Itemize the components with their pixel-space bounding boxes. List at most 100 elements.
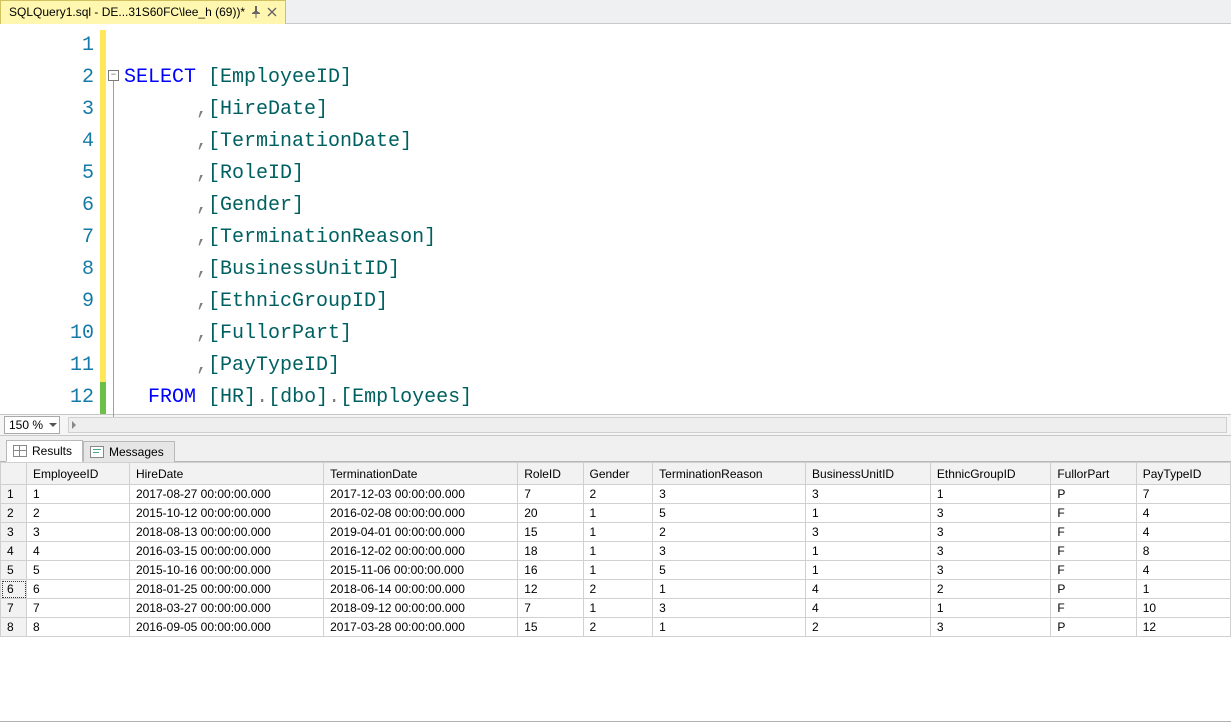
- data-cell[interactable]: 1: [1136, 580, 1230, 599]
- data-cell[interactable]: 1: [583, 542, 653, 561]
- data-cell[interactable]: 3: [930, 504, 1050, 523]
- data-cell[interactable]: 2019-04-01 00:00:00.000: [324, 523, 518, 542]
- data-cell[interactable]: 1: [653, 580, 806, 599]
- code-area[interactable]: SELECT [EmployeeID] ,[HireDate] ,[Termin…: [124, 30, 1231, 414]
- code-line[interactable]: ,[Gender]: [124, 190, 1231, 222]
- column-header[interactable]: Gender: [583, 463, 653, 485]
- table-row[interactable]: 7 7 2018-03-27 00:00:00.0002018-09-12 00:0…: [1, 599, 1231, 618]
- row-number-cell[interactable]: 6: [1, 580, 27, 599]
- data-cell[interactable]: 12: [518, 580, 583, 599]
- document-tab[interactable]: SQLQuery1.sql - DE...31S60FC\lee_h (69))…: [0, 0, 286, 24]
- data-cell[interactable]: 1: [930, 599, 1050, 618]
- pin-icon[interactable]: [251, 5, 261, 19]
- data-cell[interactable]: 8: [1136, 542, 1230, 561]
- tab-messages[interactable]: Messages: [83, 441, 175, 462]
- table-row[interactable]: 662018-01-25 00:00:00.0002018-06-14 00:0…: [1, 580, 1231, 599]
- code-line[interactable]: ,[EthnicGroupID]: [124, 286, 1231, 318]
- data-cell[interactable]: 4: [1136, 561, 1230, 580]
- column-header[interactable]: RoleID: [518, 463, 583, 485]
- data-cell[interactable]: 6: [27, 580, 130, 599]
- data-cell[interactable]: 2: [583, 580, 653, 599]
- table-row[interactable]: 442016-03-15 00:00:00.0002016-12-02 00:0…: [1, 542, 1231, 561]
- data-cell[interactable]: 7: [518, 599, 583, 618]
- data-cell[interactable]: 2018-01-25 00:00:00.000: [129, 580, 323, 599]
- data-cell[interactable]: 3: [653, 542, 806, 561]
- data-cell[interactable]: 2018-06-14 00:00:00.000: [324, 580, 518, 599]
- data-cell[interactable]: 2: [653, 523, 806, 542]
- data-cell[interactable]: 1: [806, 561, 931, 580]
- data-cell[interactable]: 1: [583, 504, 653, 523]
- tab-results[interactable]: Results: [6, 440, 83, 462]
- data-cell[interactable]: 2: [930, 580, 1050, 599]
- data-cell[interactable]: 2015-11-06 00:00:00.000: [324, 561, 518, 580]
- data-cell[interactable]: 4: [27, 542, 130, 561]
- row-number-cell[interactable]: 5: [1, 561, 27, 580]
- data-cell[interactable]: 2016-02-08 00:00:00.000: [324, 504, 518, 523]
- data-cell[interactable]: 10: [1136, 599, 1230, 618]
- data-cell[interactable]: 2016-03-15 00:00:00.000: [129, 542, 323, 561]
- data-cell[interactable]: 2015-10-16 00:00:00.000: [129, 561, 323, 580]
- data-cell[interactable]: 2017-08-27 00:00:00.000: [129, 485, 323, 504]
- scroll-left-arrow-icon[interactable]: [72, 421, 76, 429]
- column-header[interactable]: PayTypeID: [1136, 463, 1230, 485]
- table-row[interactable]: 1 1 2017-08-27 00:00:00.0002017-12-03 00:0…: [1, 485, 1231, 504]
- data-cell[interactable]: 12: [1136, 618, 1230, 637]
- code-line[interactable]: ,[RoleID]: [124, 158, 1231, 190]
- data-cell[interactable]: 5: [653, 561, 806, 580]
- column-header[interactable]: EthnicGroupID: [930, 463, 1050, 485]
- data-cell[interactable]: 3: [930, 523, 1050, 542]
- data-cell[interactable]: 1: [653, 618, 806, 637]
- data-cell[interactable]: 4: [806, 599, 931, 618]
- column-header[interactable]: EmployeeID: [27, 463, 130, 485]
- code-line[interactable]: ,[TerminationDate]: [124, 126, 1231, 158]
- data-cell[interactable]: 4: [806, 580, 931, 599]
- close-icon[interactable]: [267, 5, 277, 19]
- data-cell[interactable]: 1: [583, 523, 653, 542]
- data-cell[interactable]: 3: [806, 485, 931, 504]
- data-cell[interactable]: 15: [518, 618, 583, 637]
- data-cell[interactable]: 5: [653, 504, 806, 523]
- data-cell[interactable]: 20: [518, 504, 583, 523]
- row-number-cell[interactable]: 1: [1, 485, 27, 504]
- code-line[interactable]: FROM [HR].[dbo].[Employees]: [124, 382, 1231, 414]
- data-cell[interactable]: 2018-08-13 00:00:00.000: [129, 523, 323, 542]
- data-cell[interactable]: 2017-03-28 00:00:00.000: [324, 618, 518, 637]
- data-cell[interactable]: 3: [653, 485, 806, 504]
- fold-toggle-icon[interactable]: −: [108, 70, 119, 81]
- table-row[interactable]: 332018-08-13 00:00:00.0002019-04-01 00:0…: [1, 523, 1231, 542]
- data-cell[interactable]: 3: [27, 523, 130, 542]
- data-cell[interactable]: 2015-10-12 00:00:00.000: [129, 504, 323, 523]
- sql-editor[interactable]: 123456789101112 − SELECT [EmployeeID] ,[…: [0, 24, 1231, 414]
- row-number-cell[interactable]: 2: [1, 504, 27, 523]
- data-cell[interactable]: F: [1051, 523, 1136, 542]
- data-cell[interactable]: 2018-09-12 00:00:00.000: [324, 599, 518, 618]
- data-cell[interactable]: 3: [930, 618, 1050, 637]
- results-grid[interactable]: EmployeeIDHireDateTerminationDateRoleIDG…: [0, 462, 1231, 637]
- column-header[interactable]: TerminationReason: [653, 463, 806, 485]
- data-cell[interactable]: 3: [806, 523, 931, 542]
- data-cell[interactable]: 15: [518, 523, 583, 542]
- data-cell[interactable]: 2: [583, 485, 653, 504]
- data-cell[interactable]: 3: [930, 542, 1050, 561]
- data-cell[interactable]: P: [1051, 580, 1136, 599]
- data-cell[interactable]: 7: [518, 485, 583, 504]
- data-cell[interactable]: P: [1051, 485, 1136, 504]
- table-row[interactable]: 222015-10-12 00:00:00.0002016-02-08 00:0…: [1, 504, 1231, 523]
- row-number-cell[interactable]: 4: [1, 542, 27, 561]
- data-cell[interactable]: 4: [1136, 504, 1230, 523]
- data-cell[interactable]: 3: [653, 599, 806, 618]
- data-cell[interactable]: 2016-12-02 00:00:00.000: [324, 542, 518, 561]
- data-cell[interactable]: 18: [518, 542, 583, 561]
- code-line[interactable]: ,[BusinessUnitID]: [124, 254, 1231, 286]
- results-grid-wrapper[interactable]: EmployeeIDHireDateTerminationDateRoleIDG…: [0, 462, 1231, 721]
- data-cell[interactable]: 1: [806, 504, 931, 523]
- data-cell[interactable]: F: [1051, 542, 1136, 561]
- data-cell[interactable]: 4: [1136, 523, 1230, 542]
- data-cell[interactable]: 2018-03-27 00:00:00.000: [129, 599, 323, 618]
- data-cell[interactable]: 8: [27, 618, 130, 637]
- row-number-cell[interactable]: 7: [1, 599, 27, 618]
- data-cell[interactable]: 7: [1136, 485, 1230, 504]
- data-cell[interactable]: 1: [930, 485, 1050, 504]
- data-cell[interactable]: P: [1051, 618, 1136, 637]
- data-cell[interactable]: 2017-12-03 00:00:00.000: [324, 485, 518, 504]
